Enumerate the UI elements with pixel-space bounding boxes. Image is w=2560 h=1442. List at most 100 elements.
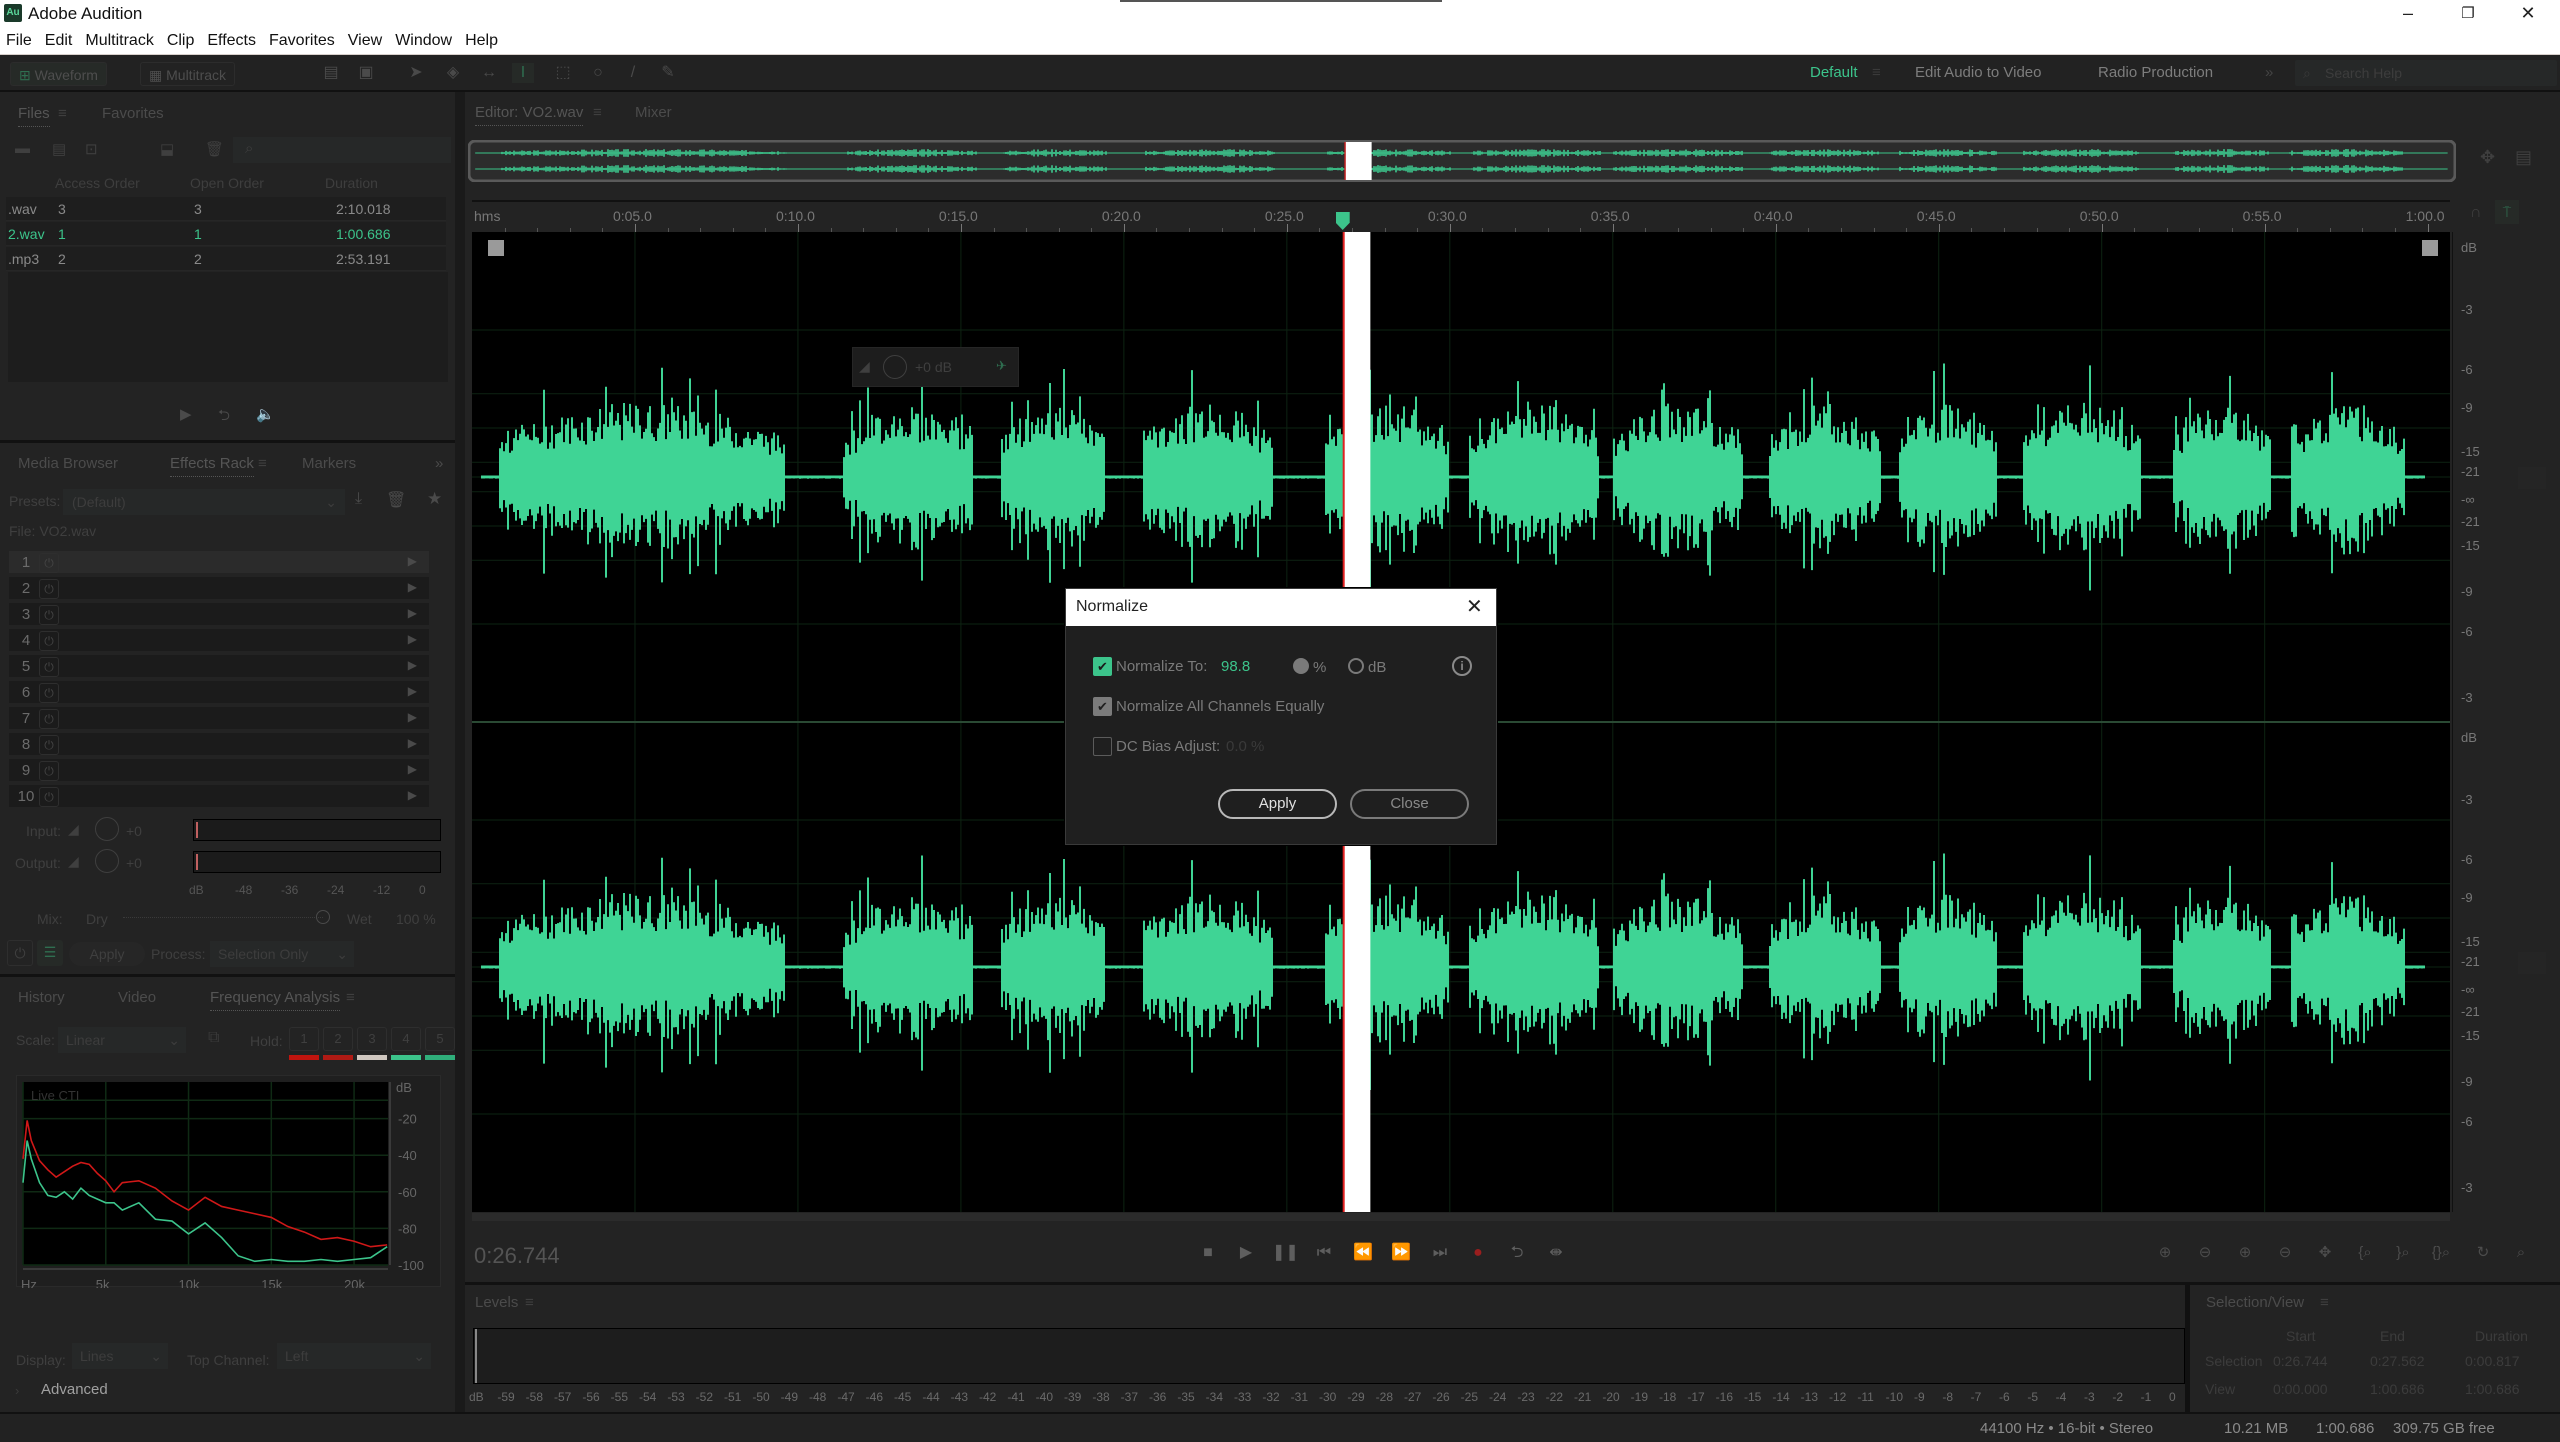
tab-media-browser[interactable]: Media Browser [18, 455, 118, 472]
slot-menu-arrow-icon[interactable]: ▶ [408, 632, 417, 646]
snap-icon[interactable]: ∩ [2470, 204, 2482, 222]
info-icon[interactable]: i [1452, 656, 1472, 676]
menu-help[interactable]: Help [465, 32, 498, 50]
tab-frequency-analysis[interactable]: Frequency Analysis [210, 989, 341, 1011]
slot-power-icon[interactable]: ⏻ [39, 657, 59, 677]
presets-dropdown[interactable]: (Default) ⌄ [63, 489, 345, 515]
zoom-out-amplitude-icon[interactable]: ⊖ [2190, 1240, 2220, 1266]
tab-video[interactable]: Video [118, 989, 156, 1006]
effect-slot[interactable]: 1 ⏻ ▶ [9, 551, 429, 575]
copy-icon[interactable]: ⧉ [208, 1029, 219, 1047]
delete-file-icon[interactable]: 🗑 [205, 140, 224, 158]
menu-favorites[interactable]: Favorites [269, 32, 335, 50]
effect-slot[interactable]: 5 ⏻ ▶ [9, 655, 429, 679]
multitrack-view-button[interactable]: ▦ Multitrack [140, 62, 236, 86]
slot-power-icon[interactable]: ⏻ [39, 553, 59, 573]
zoom-all-icon[interactable]: ⌕ [2506, 1240, 2536, 1266]
workspace-menu-icon[interactable]: ≡ [1872, 64, 1881, 81]
tab-files[interactable]: Files [18, 105, 50, 127]
razor-tool-icon[interactable]: ◈ [442, 63, 464, 83]
effect-slot[interactable]: 6 ⏻ ▶ [9, 681, 429, 705]
slot-menu-arrow-icon[interactable]: ▶ [408, 606, 417, 620]
files-menu-icon[interactable]: ≡ [58, 105, 67, 122]
loop-icon[interactable]: ⮌ [1504, 1240, 1530, 1266]
process-dropdown[interactable]: Selection Only ⌄ [210, 941, 354, 967]
file-row-selected[interactable]: 2.wav 1 1 1:00.686 [6, 222, 446, 246]
effects-menu-icon[interactable]: ≡ [258, 455, 267, 472]
horizontal-scrollbar[interactable] [472, 1213, 2450, 1221]
slot-power-icon[interactable]: ⏻ [39, 709, 59, 729]
playhead-marker[interactable] [1335, 212, 1350, 230]
levels-menu-icon[interactable]: ≡ [525, 1294, 534, 1311]
zoom-out-time-icon[interactable]: ⊖ [2270, 1240, 2300, 1266]
mix-slider-track[interactable] [123, 917, 323, 919]
menu-view[interactable]: View [348, 32, 382, 50]
workspace-more-icon[interactable]: » [2265, 64, 2273, 81]
file-row[interactable]: .mp3 2 2 2:53.191 [6, 247, 446, 271]
fade-out-handle-icon[interactable] [2422, 240, 2438, 256]
minimize-button[interactable]: – [2378, 0, 2438, 27]
slot-power-icon[interactable]: ⏻ [39, 787, 59, 807]
slot-menu-arrow-icon[interactable]: ▶ [408, 580, 417, 594]
col-open-order[interactable]: Open Order [190, 175, 264, 191]
pause-icon[interactable]: ❚❚ [1272, 1240, 1299, 1266]
view-end[interactable]: 1:00.686 [2370, 1381, 2425, 1397]
effects-apply-button[interactable]: Apply [69, 942, 145, 966]
slot-menu-arrow-icon[interactable]: ▶ [408, 684, 417, 698]
file-row[interactable]: .wav 3 3 2:10.018 [6, 197, 446, 221]
slot-power-icon[interactable]: ⏻ [39, 683, 59, 703]
view-start[interactable]: 0:00.000 [2273, 1381, 2328, 1397]
new-file-icon[interactable]: ⊡ [85, 140, 98, 158]
zoom-in-amplitude-icon[interactable]: ⊕ [2150, 1240, 2180, 1266]
save-preset-icon[interactable]: ⤓ [355, 490, 362, 508]
current-time-display[interactable]: 0:26.744 [474, 1243, 560, 1269]
playhead-follow-icon[interactable]: ⍑ [2495, 200, 2519, 224]
import-file-icon[interactable]: ▤ [52, 140, 66, 158]
marquee-tool-icon[interactable]: ⬚ [552, 63, 574, 83]
menu-window[interactable]: Window [395, 32, 452, 50]
input-gain-knob[interactable] [95, 817, 119, 841]
hold-button-3[interactable]: 3 [357, 1027, 387, 1051]
col-access-order[interactable]: Access Order [55, 175, 140, 191]
chevron-right-icon[interactable]: › [15, 1383, 19, 1398]
power-toggle-icon[interactable]: ⏻ [7, 940, 33, 966]
favorite-star-icon[interactable]: ★ [427, 489, 442, 509]
slot-power-icon[interactable]: ⏻ [39, 761, 59, 781]
hold-button-4[interactable]: 4 [391, 1027, 421, 1051]
fast-forward-icon[interactable]: ⏩ [1388, 1240, 1414, 1266]
auto-play-icon[interactable]: 🔈 [256, 405, 275, 423]
normalize-to-value[interactable]: 98.8 [1221, 658, 1250, 675]
zoom-out-point-icon[interactable]: }⌕ [2388, 1240, 2418, 1266]
brush-tool-icon[interactable]: / [622, 63, 644, 83]
normalize-to-checkbox[interactable]: ✔ [1093, 657, 1112, 676]
spectral-frequency-icon[interactable]: ▤ [320, 63, 342, 83]
tab-mixer[interactable]: Mixer [635, 104, 672, 121]
overview-options-icon[interactable]: ▤ [2515, 147, 2532, 168]
skip-to-start-icon[interactable]: ⏮ [1311, 1240, 1337, 1266]
delete-preset-icon[interactable]: 🗑 [386, 490, 406, 510]
scale-scroll-handle[interactable] [2518, 467, 2546, 489]
slot-menu-arrow-icon[interactable]: ▶ [408, 710, 417, 724]
selection-duration[interactable]: 0:00.817 [2465, 1353, 2520, 1369]
display-dropdown[interactable]: Lines ⌄ [72, 1343, 168, 1369]
selection-view-menu-icon[interactable]: ≡ [2320, 1294, 2329, 1311]
time-ruler[interactable]: hms 0:05.0 0:10.0 0:15.0 0:20.0 0:25.0 0:30.0… [472, 200, 2450, 234]
vertical-divider[interactable] [455, 92, 465, 1412]
play-icon[interactable]: ▶ [1233, 1240, 1259, 1266]
effect-slot[interactable]: 2 ⏻ ▶ [9, 577, 429, 601]
scale-scroll-handle[interactable] [2518, 952, 2546, 974]
waveform-view-button[interactable]: ⊞ Waveform [10, 62, 107, 86]
tab-markers[interactable]: Markers [302, 455, 356, 472]
effect-slot[interactable]: 10 ⏻ ▶ [9, 785, 429, 809]
spot-healing-icon[interactable]: ✎ [657, 63, 679, 83]
hold-button-1[interactable]: 1 [289, 1027, 319, 1051]
insert-into-multitrack-icon[interactable]: ⬓ [160, 140, 174, 158]
dialog-close-icon[interactable]: ✕ [1466, 594, 1483, 619]
menu-file[interactable]: File [6, 32, 32, 50]
loop-preview-icon[interactable]: ⮌ [218, 405, 230, 430]
unit-percent-radio[interactable] [1293, 658, 1309, 674]
output-gain-knob[interactable] [95, 849, 119, 873]
top-channel-dropdown[interactable]: Left ⌄ [277, 1343, 431, 1369]
effect-slot[interactable]: 3 ⏻ ▶ [9, 603, 429, 627]
col-duration[interactable]: Duration [325, 175, 378, 191]
